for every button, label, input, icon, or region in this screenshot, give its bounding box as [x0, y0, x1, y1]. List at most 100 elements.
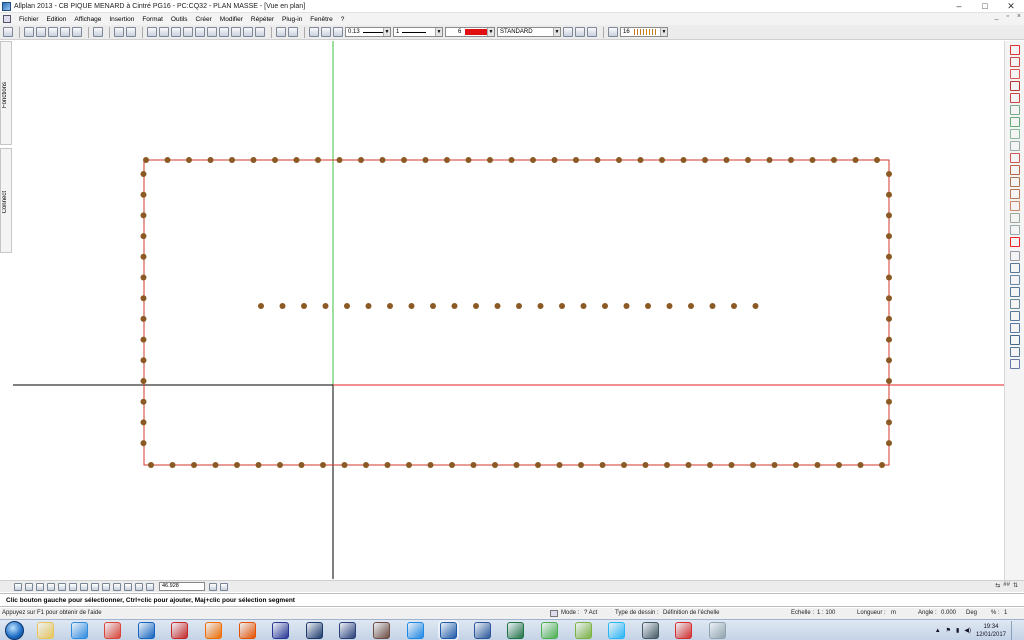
redo-icon[interactable] [126, 27, 136, 37]
print-preview-icon[interactable] [72, 27, 82, 37]
menu-format[interactable]: Format [138, 16, 167, 23]
arrow-up-icon[interactable]: ▲ [935, 628, 941, 634]
menu-creer[interactable]: Créer [192, 16, 216, 23]
menu-insertion[interactable]: Insertion [105, 16, 138, 23]
pile-point[interactable] [599, 462, 606, 468]
menu-fenetre[interactable]: Fenêtre [306, 16, 336, 23]
layer-select[interactable]: STANDARD ▼ [497, 27, 561, 37]
pile-point[interactable] [229, 157, 235, 163]
bulb-icon[interactable] [575, 27, 585, 37]
pile-point[interactable] [293, 157, 300, 163]
layer-settings-icon[interactable] [563, 27, 573, 37]
chevron-down-icon[interactable]: ▼ [383, 28, 390, 36]
tool-button-icon[interactable] [1010, 201, 1020, 211]
chevron-down-icon[interactable]: ▼ [435, 28, 442, 36]
pile-point[interactable] [451, 303, 458, 309]
line-type-select[interactable]: 1 ▼ [393, 27, 443, 37]
site-boundary-line[interactable] [143, 159, 890, 466]
pile-point[interactable] [322, 303, 329, 309]
pile-point[interactable] [140, 233, 147, 240]
tool-button-icon[interactable] [1010, 359, 1020, 369]
pile-point[interactable] [580, 303, 587, 309]
pile-point[interactable] [315, 157, 321, 163]
teamviewer-icon[interactable] [406, 622, 424, 639]
pile-point[interactable] [387, 303, 393, 309]
pile-point[interactable] [886, 357, 892, 364]
mdi-minimize-button[interactable]: _ [995, 13, 999, 20]
match-icon[interactable] [255, 27, 265, 37]
pen-format-icon[interactable] [309, 27, 319, 37]
pile-point[interactable] [320, 462, 326, 468]
refresh-icon[interactable] [58, 582, 66, 591]
pile-point[interactable] [430, 303, 436, 309]
menu-affichage[interactable]: Affichage [70, 16, 105, 23]
tool-button-icon[interactable] [1010, 347, 1020, 357]
pile-point[interactable] [752, 303, 759, 309]
pile-point[interactable] [250, 157, 257, 163]
pile-point[interactable] [559, 303, 565, 309]
pile-point[interactable] [642, 462, 649, 468]
tool-button-icon[interactable] [1010, 299, 1020, 309]
pile-point[interactable] [578, 462, 584, 468]
pile-point[interactable] [408, 303, 415, 309]
pile-point[interactable] [207, 157, 214, 163]
tool-button-icon[interactable] [1010, 311, 1020, 321]
pan-icon[interactable] [47, 582, 55, 591]
pile-point[interactable] [234, 462, 240, 468]
pile-point[interactable] [358, 157, 364, 163]
tool-button-icon[interactable] [1010, 287, 1020, 297]
menu-plugin[interactable]: Plug-in [278, 16, 306, 23]
pile-point[interactable] [298, 462, 305, 468]
pile-point[interactable] [831, 157, 837, 163]
pile-point[interactable] [731, 303, 737, 309]
pile-point[interactable] [258, 303, 264, 309]
length-value[interactable]: m [891, 610, 896, 616]
pile-point[interactable] [886, 274, 892, 281]
pile-point[interactable] [508, 157, 515, 163]
pile-point[interactable] [530, 157, 536, 163]
pile-point[interactable] [301, 303, 307, 309]
pile-point[interactable] [886, 440, 892, 447]
hatch-icon[interactable] [608, 27, 618, 37]
pile-point[interactable] [857, 462, 864, 468]
tool-button-icon[interactable] [1010, 45, 1020, 55]
pile-point[interactable] [336, 157, 343, 163]
move-icon[interactable] [207, 27, 217, 37]
pile-point[interactable] [886, 419, 892, 426]
pile-point[interactable] [140, 274, 147, 281]
pile-point[interactable] [341, 462, 348, 468]
pile-point[interactable] [874, 157, 880, 163]
pile-point[interactable] [886, 398, 892, 405]
volume-icon[interactable]: ◀) [964, 627, 971, 634]
winamp-icon[interactable] [574, 622, 592, 639]
pile-point[interactable] [886, 378, 892, 384]
tab-fonctions[interactable]: Fonctions [0, 41, 12, 145]
grid-toggle-icon[interactable]: ## [1003, 582, 1010, 589]
pile-point[interactable] [470, 462, 477, 468]
paint-brush-icon[interactable] [709, 622, 726, 639]
pile-point[interactable] [422, 157, 429, 163]
delete-icon[interactable] [183, 27, 193, 37]
pile-point[interactable] [852, 157, 859, 163]
pile-point[interactable] [140, 212, 147, 219]
start-button[interactable] [5, 621, 24, 640]
photoshop-icon[interactable] [305, 622, 323, 639]
pile-point[interactable] [750, 462, 756, 468]
network-icon[interactable]: ▮ [956, 627, 959, 634]
polygon-icon[interactable] [171, 27, 181, 37]
tool-button-icon[interactable] [1010, 213, 1020, 223]
pile-point[interactable] [169, 462, 176, 468]
image-icon[interactable] [93, 27, 103, 37]
pile-point[interactable] [140, 419, 147, 426]
menu-fichier[interactable]: Fichier [15, 16, 43, 23]
internet-explorer-icon[interactable] [70, 622, 88, 639]
swap-icon[interactable]: ⇆ [995, 582, 1000, 589]
align-icon[interactable]: ⇅ [1013, 582, 1018, 589]
print-icon[interactable] [60, 27, 70, 37]
pile-point[interactable] [886, 191, 892, 198]
app-icon[interactable] [541, 622, 558, 639]
pile-point[interactable] [602, 303, 608, 309]
pipette-icon[interactable] [321, 27, 331, 37]
pile-point[interactable] [140, 315, 147, 322]
pile-point[interactable] [164, 157, 171, 163]
